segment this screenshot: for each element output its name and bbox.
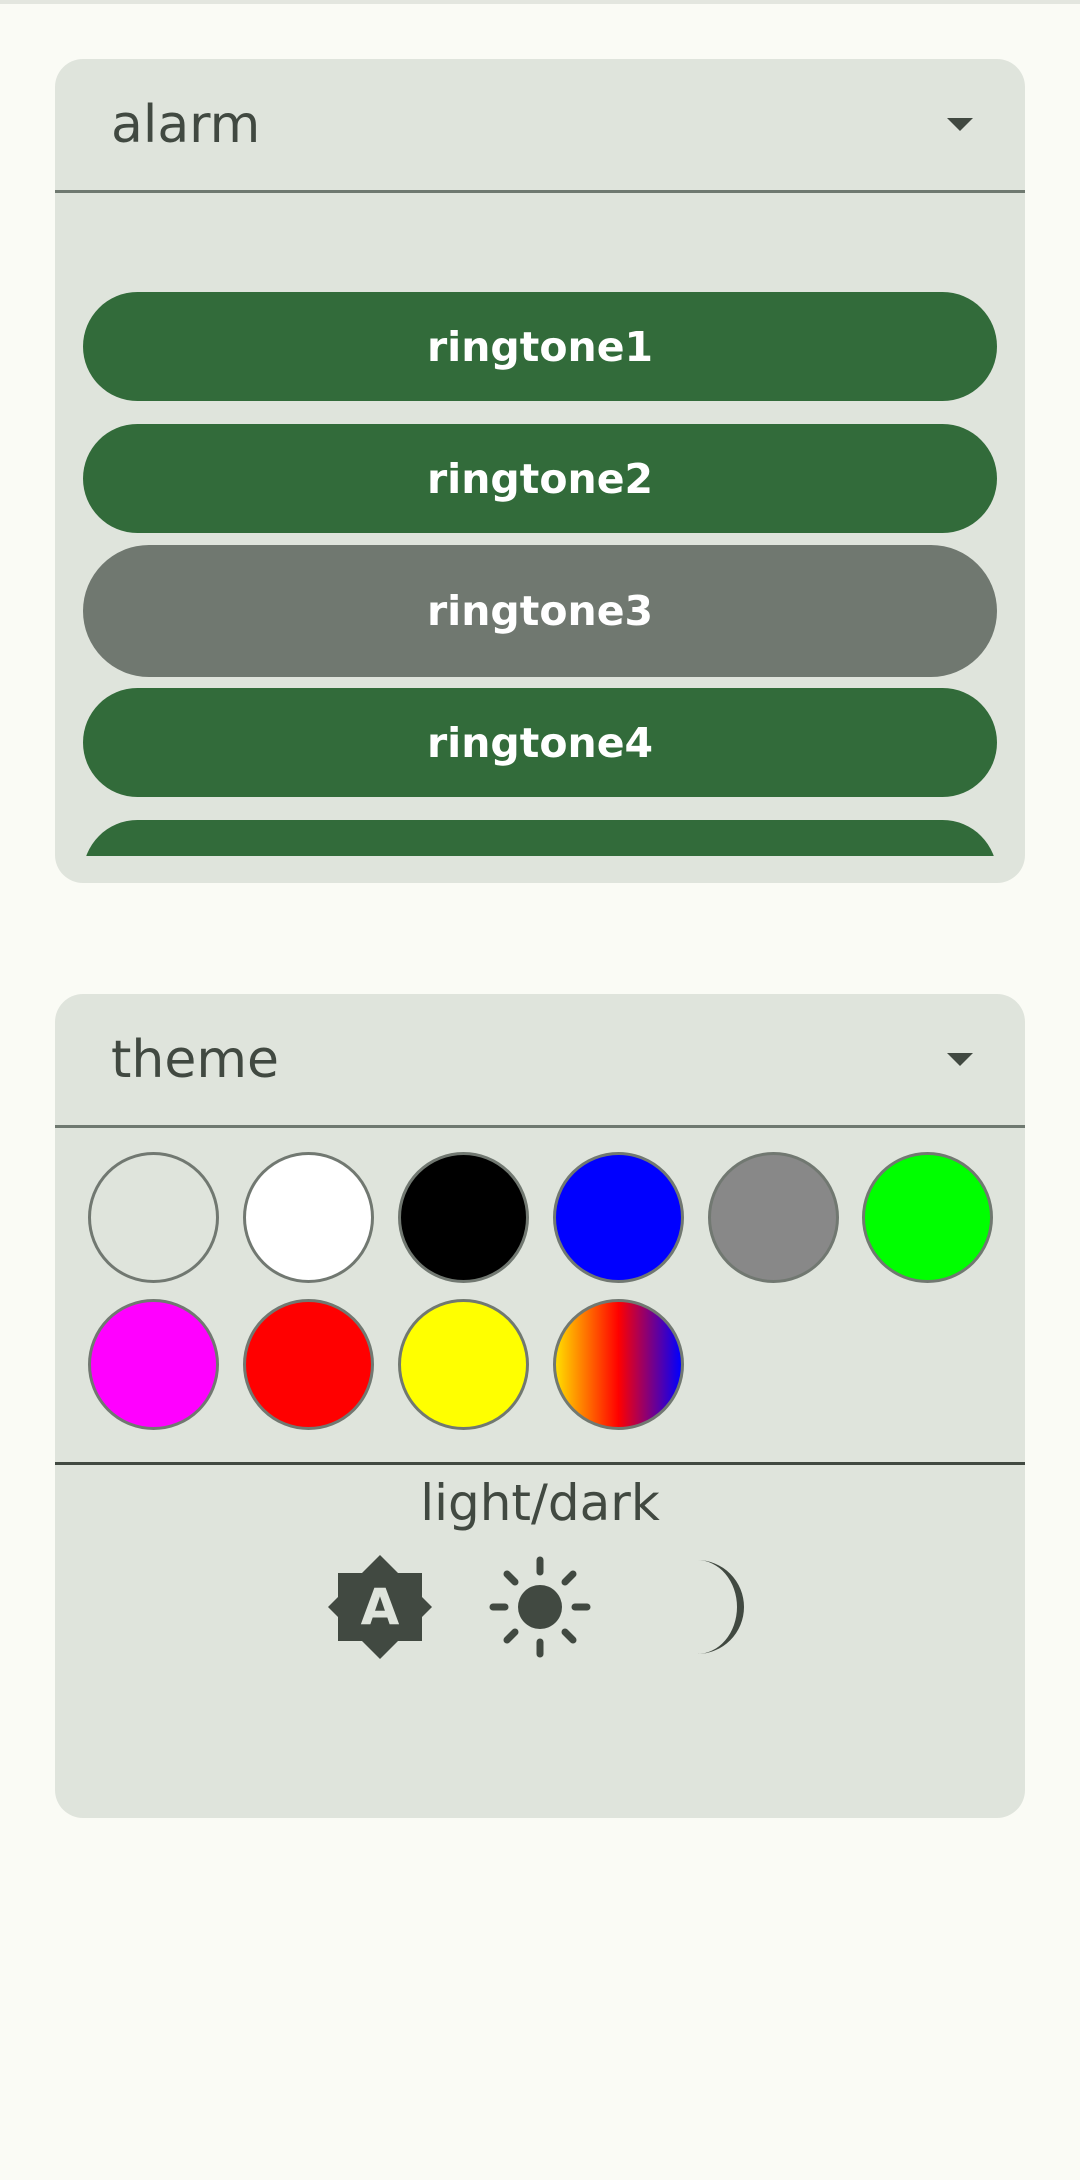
theme-card: theme light/dark A	[55, 994, 1025, 1818]
auto-brightness-glyph: A	[361, 1578, 400, 1636]
ringtone-button-5[interactable]: ringtone5	[83, 820, 997, 856]
ringtone-button-3[interactable]: ringtone3	[83, 545, 997, 677]
swatch-gradient[interactable]	[553, 1299, 684, 1430]
auto-brightness-icon[interactable]: A	[325, 1552, 435, 1662]
sun-icon[interactable]	[485, 1552, 595, 1662]
swatch-magenta[interactable]	[88, 1299, 219, 1430]
swatch-blue[interactable]	[553, 1152, 684, 1283]
ringtone-button-4[interactable]: ringtone4	[83, 688, 997, 797]
ringtone-button-1[interactable]: ringtone1	[83, 292, 997, 401]
swatch-light-grey[interactable]	[88, 1152, 219, 1283]
swatch-yellow[interactable]	[398, 1299, 529, 1430]
status-divider	[0, 0, 1080, 4]
swatch-red[interactable]	[243, 1299, 374, 1430]
theme-dropdown-label: theme	[111, 1030, 279, 1090]
chevron-down-icon[interactable]	[947, 1053, 973, 1066]
chevron-down-icon[interactable]	[947, 118, 973, 131]
swatch-white[interactable]	[243, 1152, 374, 1283]
divider	[55, 1462, 1025, 1465]
swatch-grey[interactable]	[708, 1152, 839, 1283]
alarm-card: alarm ringtone1 ringtone2 ringtone3 ring…	[55, 59, 1025, 883]
moon-icon[interactable]	[645, 1552, 755, 1662]
swatch-black[interactable]	[398, 1152, 529, 1283]
swatch-green[interactable]	[862, 1152, 993, 1283]
color-swatches	[55, 1131, 1025, 1451]
ringtone-button-2[interactable]: ringtone2	[83, 424, 997, 533]
alarm-dropdown[interactable]: alarm	[55, 59, 1025, 193]
ringtone-list[interactable]: ringtone1 ringtone2 ringtone3 ringtone4 …	[55, 196, 1025, 856]
light-dark-label: light/dark	[420, 1474, 660, 1532]
alarm-dropdown-label: alarm	[111, 95, 261, 155]
theme-dropdown[interactable]: theme	[55, 994, 1025, 1128]
